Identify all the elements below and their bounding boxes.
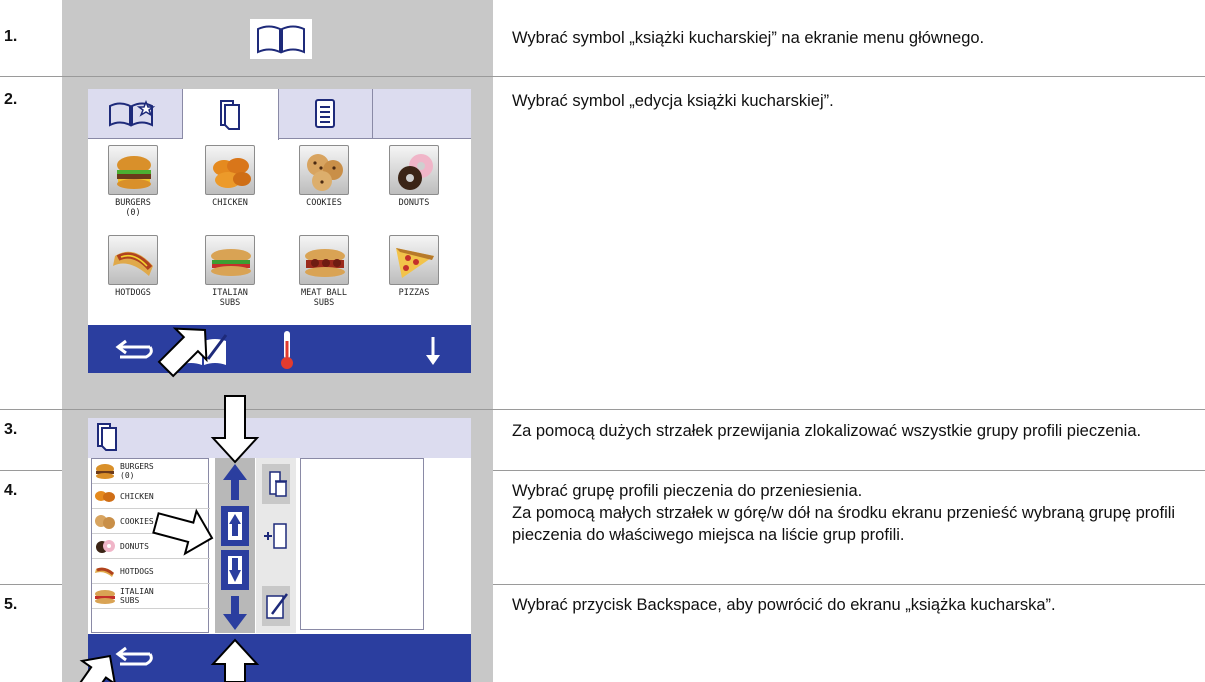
italian-sub-icon (95, 590, 115, 604)
step-text-4: Wybrać grupę profili pieczenia do przeni… (512, 482, 1176, 544)
menu-item-label: ITALIAN SUBS (212, 288, 248, 308)
group-contents-panel (300, 458, 424, 630)
hotdog-icon (95, 567, 114, 577)
cookies-icon (307, 154, 343, 191)
profile-group-list: BURGERS (0) CHICKEN COOKIES DONUTS HOTDO… (91, 458, 210, 633)
bottom-toolbar (88, 634, 471, 682)
cookbook-edit-icon (97, 423, 117, 451)
pizza-icon (396, 248, 434, 278)
chicken-icon (213, 158, 251, 188)
menu-item-hotdogs[interactable]: HOTDOGS (97, 235, 169, 298)
list-item-label: ITALIAN SUBS (120, 587, 154, 605)
add-group-icon[interactable] (264, 523, 287, 549)
cookbook-edit-screen: BURGERS (0) CHICKEN COOKIES DONUTS HOTDO… (88, 418, 471, 682)
menu-item-label: MEAT BALL SUBS (300, 288, 348, 308)
cookbook-screen: BURGERS (0) CHICKEN COOKIES DONUTS HOTDO… (88, 89, 471, 373)
step-text-3: Za pomocą dużych strzałek przewijania zl… (512, 422, 1142, 440)
menu-item-meatball-subs[interactable]: MEAT BALL SUBS (288, 235, 360, 308)
list-item[interactable]: COOKIES (92, 509, 210, 534)
menu-item-label: PIZZAS (398, 288, 430, 298)
tab-recipe-list[interactable] (279, 89, 373, 139)
list-item[interactable]: BURGERS (0) (92, 459, 210, 484)
step-text-5: Wybrać przycisk Backspace, aby powrócić … (512, 596, 1056, 614)
scroll-up-arrow-icon[interactable] (223, 464, 247, 500)
menu-item-label: HOTDOGS (115, 288, 151, 298)
donuts-icon (96, 540, 115, 553)
thermometer-icon[interactable] (281, 331, 293, 369)
chicken-icon (95, 491, 115, 502)
tab-cookbook-edit[interactable] (183, 89, 279, 140)
donuts-icon (398, 154, 433, 190)
edit-book-icon[interactable] (180, 334, 228, 365)
tab-bar (88, 89, 471, 140)
list-item[interactable]: ITALIAN SUBS (92, 584, 210, 609)
cookbook-button[interactable] (250, 19, 312, 59)
rename-group-icon[interactable] (262, 586, 290, 626)
step-number-1: 1. (4, 28, 18, 45)
menu-item-chicken[interactable]: CHICKEN (194, 145, 266, 208)
step-number-4: 4. (4, 482, 18, 499)
menu-item-donuts[interactable]: DONUTS (378, 145, 450, 208)
step-number-5: 5. (4, 596, 18, 613)
cookies-icon (95, 515, 115, 529)
hotdog-icon (113, 251, 153, 276)
scroll-down-arrow-icon[interactable] (223, 596, 247, 630)
meatball-sub-icon (305, 249, 345, 277)
list-item-label: CHICKEN (120, 492, 154, 501)
move-controls (215, 458, 255, 633)
cookbook-edit-icon (220, 100, 240, 130)
back-arrow-icon[interactable] (88, 634, 188, 682)
back-arrow-icon[interactable] (115, 339, 153, 359)
move-down-button[interactable] (221, 550, 249, 590)
burger-icon (117, 156, 151, 189)
step-text-1: Wybrać symbol „książki kucharskiej” na e… (512, 29, 985, 47)
menu-item-burgers[interactable]: BURGERS (0) (97, 145, 169, 218)
favorite-book-icon (109, 99, 156, 127)
menu-item-cookies[interactable]: COOKIES (288, 145, 360, 208)
menu-item-italian-subs[interactable]: ITALIAN SUBS (194, 235, 266, 308)
scroll-down-icon[interactable] (426, 337, 440, 365)
tab-favorites[interactable] (88, 89, 183, 139)
list-item[interactable]: CHICKEN (92, 484, 210, 509)
list-item[interactable]: HOTDOGS (92, 559, 210, 584)
burger-icon (96, 464, 114, 479)
menu-item-label: CHICKEN (212, 198, 248, 208)
menu-item-label: BURGERS (0) (115, 198, 151, 218)
menu-item-label: DONUTS (398, 198, 430, 208)
menu-item-pizzas[interactable]: PIZZAS (378, 235, 450, 298)
open-book-icon (257, 25, 305, 54)
list-item-label: BURGERS (0) (120, 462, 154, 480)
delete-group-icon[interactable] (262, 464, 290, 504)
list-item-label: HOTDOGS (120, 567, 154, 576)
move-up-button[interactable] (221, 506, 249, 546)
action-controls (256, 458, 296, 633)
list-item-label: DONUTS (120, 542, 149, 551)
italian-sub-icon (211, 249, 251, 276)
list-item[interactable]: DONUTS (92, 534, 210, 559)
step-text-2: Wybrać symbol „edycja książki kucharskie… (512, 92, 834, 110)
menu-item-label: COOKIES (306, 198, 342, 208)
bottom-toolbar (88, 325, 471, 373)
step-number-3: 3. (4, 421, 18, 438)
step-number-2: 2. (4, 91, 18, 108)
document-icon (315, 99, 335, 128)
list-item-label: COOKIES (120, 517, 154, 526)
screen-header (88, 418, 471, 456)
